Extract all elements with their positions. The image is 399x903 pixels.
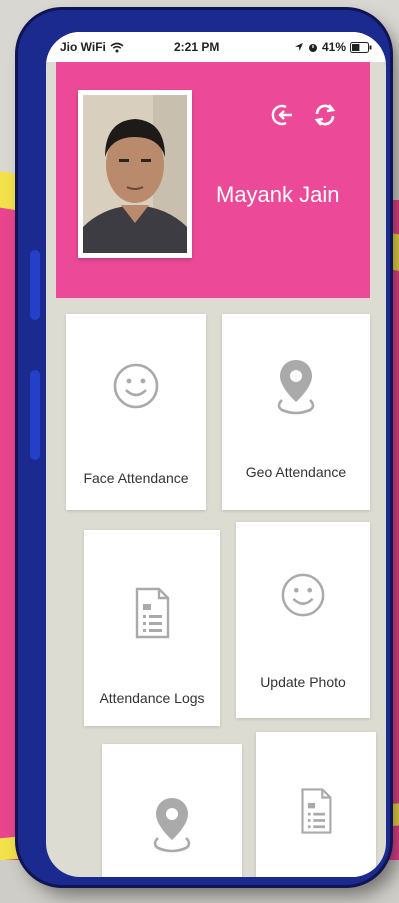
location-pin-icon [148, 794, 196, 861]
phone-frame: Jio WiFi 2:21 PM 41% Mayank Jain Face At… [18, 10, 390, 885]
profile-header: Mayank Jain [56, 62, 370, 298]
location-arrow-icon [294, 42, 304, 52]
alarm-icon [308, 42, 318, 53]
document-icon [298, 786, 334, 841]
tile-label: Face Attendance [83, 470, 189, 486]
refresh-icon[interactable] [312, 102, 338, 128]
battery-icon [350, 41, 372, 53]
profile-photo [83, 95, 187, 253]
face-attendance-tile[interactable]: Face Attendance [66, 314, 206, 510]
update-photo-tile[interactable]: Update Photo [236, 522, 370, 718]
phone-side-button [30, 370, 40, 460]
carrier-label: Jio WiFi [60, 40, 106, 54]
clock: 2:21 PM [174, 40, 220, 54]
phone-side-button [30, 250, 40, 320]
tile-label: Geo Attendance [245, 464, 347, 480]
smiley-icon [112, 362, 160, 415]
attendance-logs-tile[interactable]: Attendance Logs [84, 530, 220, 726]
profile-photo-frame[interactable] [78, 90, 192, 258]
smiley-icon [280, 572, 326, 623]
geo-attendance-tile[interactable]: Geo Attendance [222, 314, 370, 510]
tile-label: Attendance Logs [99, 690, 205, 706]
phone-screen: Jio WiFi 2:21 PM 41% Mayank Jain Face At… [46, 32, 386, 877]
battery-percent: 41% [321, 40, 346, 54]
location-pin-icon [272, 356, 320, 423]
status-bar: Jio WiFi 2:21 PM 41% [46, 32, 386, 62]
user-name: Mayank Jain [216, 182, 340, 207]
geo-tile[interactable] [102, 744, 242, 877]
tile-label: Update Photo [260, 674, 346, 690]
logout-icon[interactable] [270, 102, 296, 128]
logs-tile[interactable] [256, 732, 376, 877]
wifi-icon [110, 42, 124, 53]
document-icon [132, 586, 172, 645]
